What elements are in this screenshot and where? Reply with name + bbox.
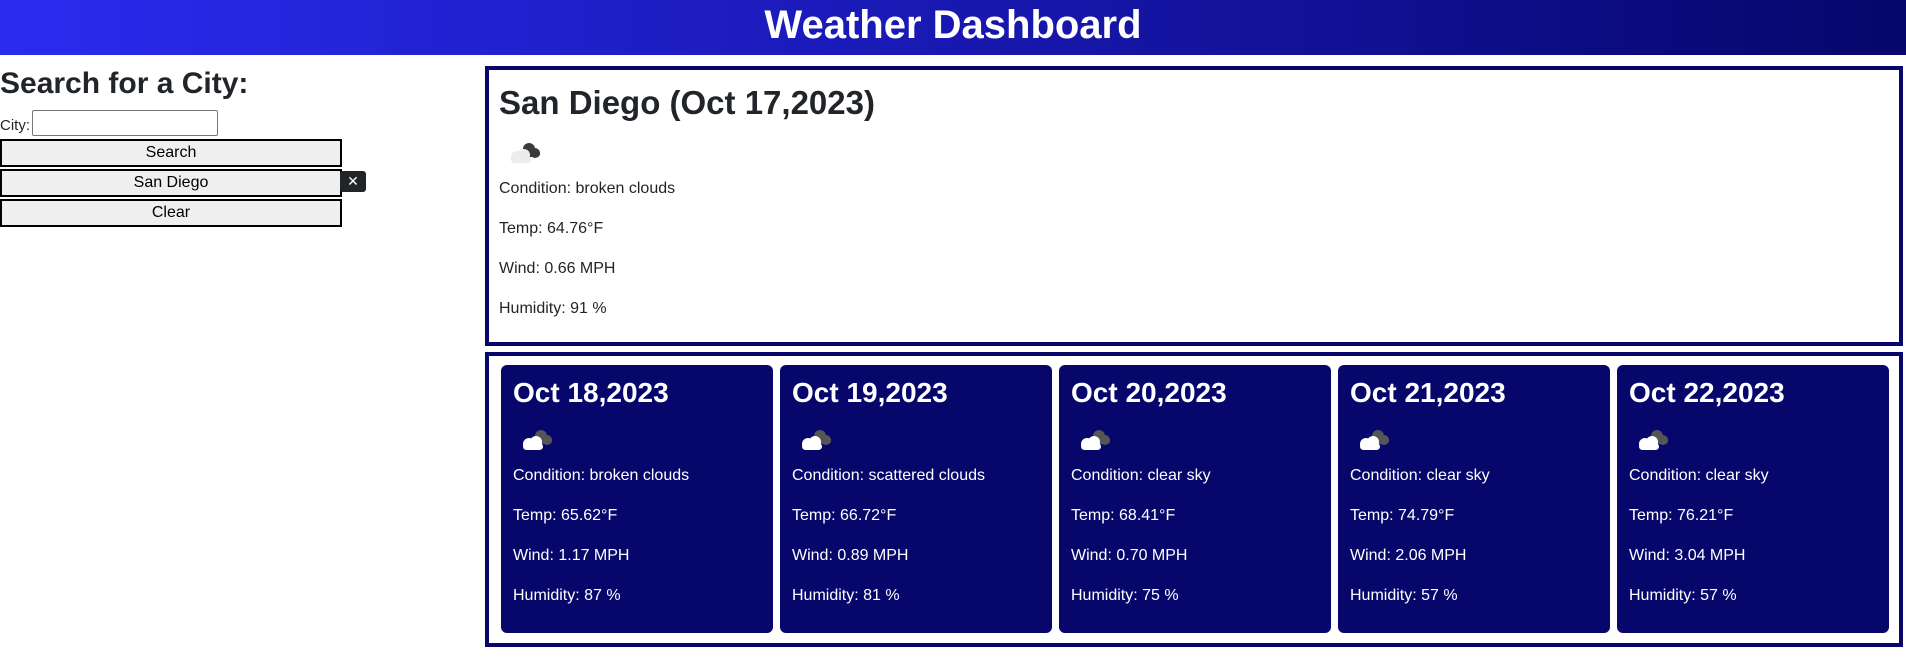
cloud-icon <box>1639 430 1668 450</box>
forecast-temp: Temp: 66.72°F <box>792 507 897 524</box>
forecast-panel: Oct 18,2023 Condition: broken clouds Tem… <box>485 352 1903 647</box>
forecast-card: Oct 22,2023 Condition: clear sky Temp: 7… <box>1617 365 1889 633</box>
history-item-san-diego[interactable]: San Diego <box>0 169 342 197</box>
current-city-title: San Diego (Oct 17,2023) <box>499 84 875 121</box>
cloud-icon <box>1081 430 1110 450</box>
forecast-card: Oct 21,2023 Condition: clear sky Temp: 7… <box>1338 365 1610 633</box>
forecast-condition: Condition: broken clouds <box>513 467 690 484</box>
page-title: Weather Dashboard <box>764 3 1142 47</box>
header-bar: Weather Dashboard <box>0 0 1906 55</box>
forecast-date: Oct 18,2023 <box>513 377 669 408</box>
forecast-wind: Wind: 1.17 MPH <box>513 547 630 564</box>
city-input[interactable] <box>32 110 218 136</box>
current-temp: Temp: 64.76°F <box>499 220 604 237</box>
forecast-card: Oct 20,2023 Condition: clear sky Temp: 6… <box>1059 365 1331 633</box>
forecast-wind: Wind: 2.06 MPH <box>1350 547 1467 564</box>
close-icon[interactable]: ✕ <box>340 171 366 192</box>
search-button[interactable]: Search <box>0 139 342 167</box>
current-weather-panel: San Diego (Oct 17,2023) Condition: broke… <box>485 66 1903 346</box>
forecast-card: Oct 18,2023 Condition: broken clouds Tem… <box>501 365 773 633</box>
forecast-humidity: Humidity: 75 % <box>1071 587 1179 604</box>
city-label: City: <box>0 117 30 134</box>
forecast-date: Oct 19,2023 <box>792 377 948 408</box>
forecast-date: Oct 22,2023 <box>1629 377 1785 408</box>
forecast-temp: Temp: 74.79°F <box>1350 507 1455 524</box>
forecast-humidity: Humidity: 57 % <box>1350 587 1458 604</box>
broken-clouds-icon <box>523 430 552 450</box>
search-heading: Search for a City: <box>0 67 249 100</box>
forecast-wind: Wind: 0.70 MPH <box>1071 547 1188 564</box>
forecast-wind: Wind: 0.89 MPH <box>792 547 909 564</box>
forecast-date: Oct 20,2023 <box>1071 377 1227 408</box>
forecast-humidity: Humidity: 57 % <box>1629 587 1737 604</box>
forecast-card: Oct 19,2023 Condition: scattered clouds … <box>780 365 1052 633</box>
forecast-condition: Condition: clear sky <box>1629 467 1769 484</box>
forecast-condition: Condition: clear sky <box>1350 467 1490 484</box>
forecast-condition: Condition: scattered clouds <box>792 467 985 484</box>
forecast-temp: Temp: 76.21°F <box>1629 507 1734 524</box>
forecast-humidity: Humidity: 87 % <box>513 587 621 604</box>
current-humidity: Humidity: 91 % <box>499 300 607 317</box>
broken-clouds-icon <box>511 143 540 163</box>
cloud-icon <box>1360 430 1389 450</box>
clear-button[interactable]: Clear <box>0 199 342 227</box>
current-condition: Condition: broken clouds <box>499 180 676 197</box>
forecast-wind: Wind: 3.04 MPH <box>1629 547 1746 564</box>
forecast-date: Oct 21,2023 <box>1350 377 1506 408</box>
forecast-temp: Temp: 65.62°F <box>513 507 618 524</box>
scattered-clouds-icon <box>802 430 831 450</box>
current-wind: Wind: 0.66 MPH <box>499 260 616 277</box>
forecast-condition: Condition: clear sky <box>1071 467 1211 484</box>
forecast-temp: Temp: 68.41°F <box>1071 507 1176 524</box>
forecast-humidity: Humidity: 81 % <box>792 587 900 604</box>
